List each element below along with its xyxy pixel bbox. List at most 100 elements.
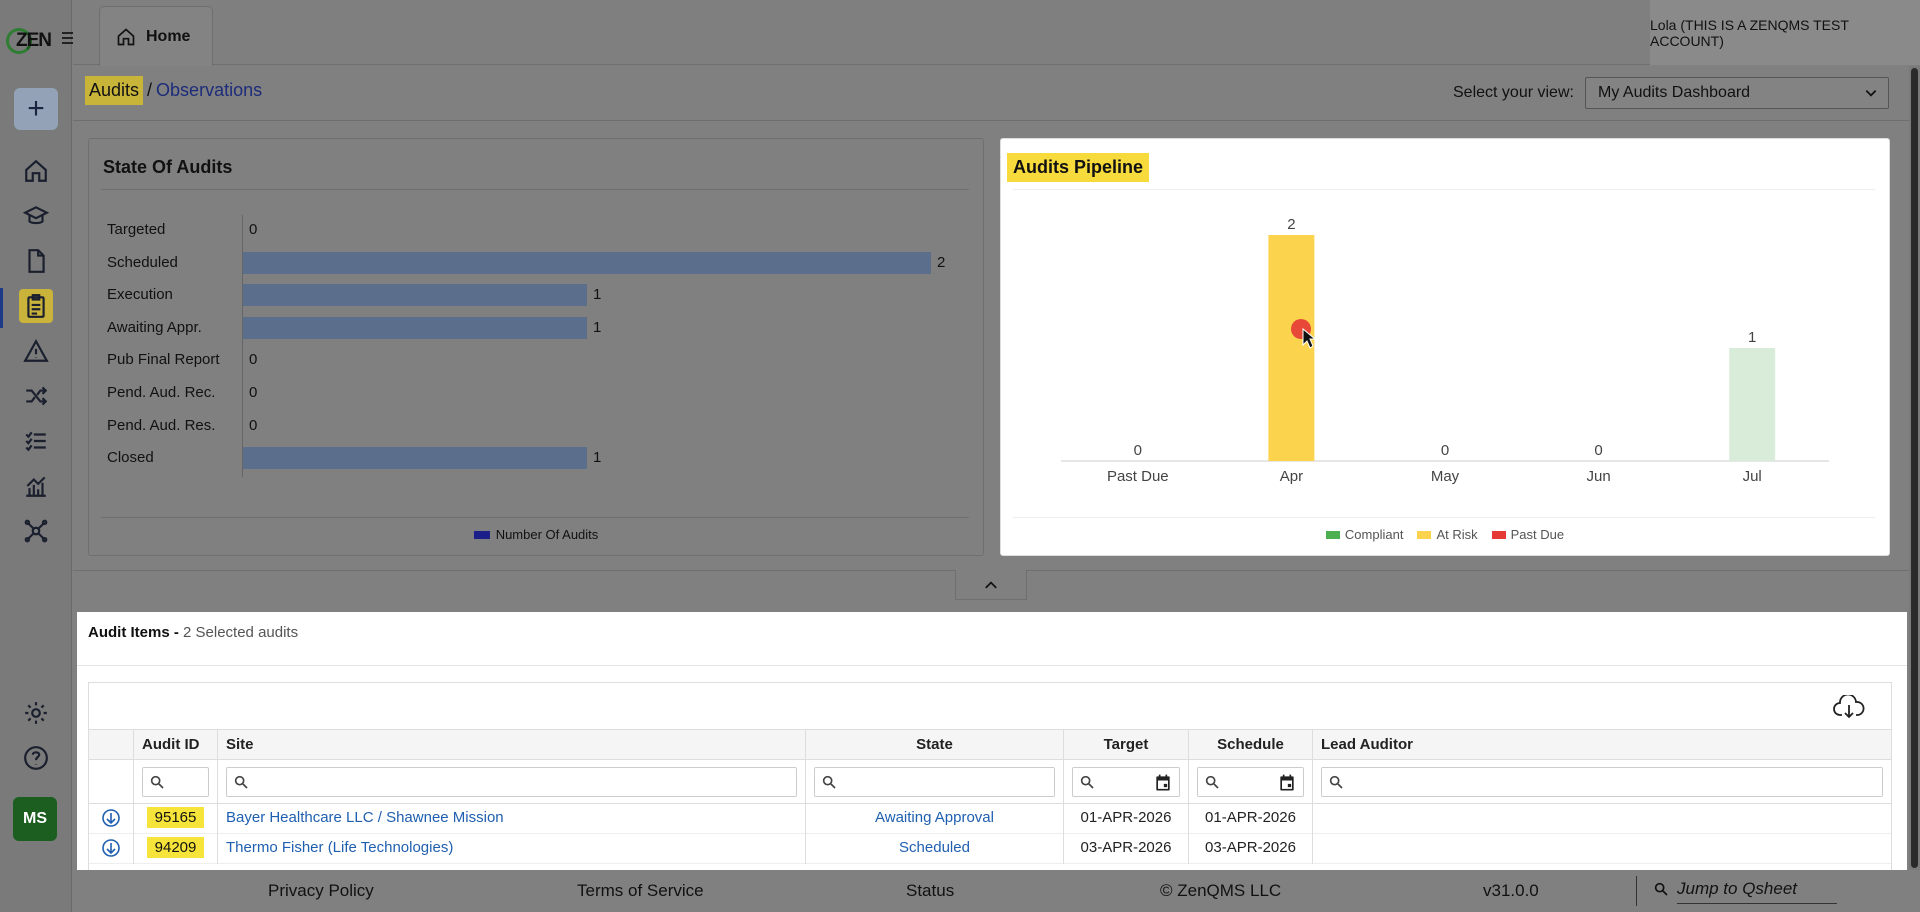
pipeline-bar[interactable] [1268, 235, 1315, 461]
audit-items-header: Audit Items - 2 Selected audits [88, 624, 298, 641]
top-bar: Home Lola (THIS IS A ZENQMS TEST ACCOUNT… [73, 0, 1920, 66]
nav-tasks-icon[interactable] [19, 424, 53, 458]
pipeline-bar-chart: 0 Past Due 2 Apr 0 May 0 Jun 1 Jul [1061, 216, 1829, 485]
legend-swatch [473, 530, 490, 539]
state-bar[interactable] [243, 447, 587, 470]
calendar-icon[interactable] [1277, 773, 1297, 793]
state-bar-row: Execution 1 [89, 282, 969, 307]
legend-item[interactable]: At Risk [1417, 527, 1478, 542]
site-filter-input[interactable] [226, 767, 797, 797]
state-bar-label: Pend. Aud. Res. [107, 416, 216, 434]
breadcrumb-observations-link[interactable]: Observations [156, 80, 262, 101]
row-download-icon[interactable] [89, 804, 134, 834]
audit-id-filter-input[interactable] [142, 767, 209, 797]
legend-label: Compliant [1344, 527, 1404, 542]
legend-swatch [1417, 530, 1432, 539]
search-icon [150, 775, 164, 789]
filter-cell-empty [89, 760, 134, 804]
pipeline-bar-value: 0 [1594, 442, 1602, 459]
user-avatar[interactable]: MS [13, 797, 57, 841]
collapse-panels-button[interactable] [955, 570, 1027, 600]
divider [77, 665, 1907, 666]
audit-items-title: Audit Items - [88, 624, 184, 641]
col-head-schedule[interactable]: Schedule [1189, 730, 1313, 760]
pipeline-tick-label: Past Due [1107, 468, 1169, 485]
state-bar-value: 1 [593, 318, 602, 336]
cloud-download-icon[interactable] [1833, 695, 1865, 719]
state-bar-label: Pub Final Report [107, 351, 220, 369]
target-cell: 03-APR-2026 [1064, 834, 1189, 864]
filter-cell [806, 760, 1064, 804]
version-text: v31.0.0 [1483, 881, 1539, 900]
audit-id[interactable]: 95165 [146, 807, 205, 828]
divider [101, 189, 969, 190]
site-link[interactable]: Thermo Fisher (Life Technologies) [226, 839, 453, 856]
pipeline-bar[interactable] [1729, 348, 1776, 461]
legend-item[interactable]: Past Due [1491, 527, 1564, 542]
col-head-target[interactable]: Target [1064, 730, 1189, 760]
nav-documents-icon[interactable] [19, 244, 53, 278]
calendar-icon[interactable] [1153, 773, 1173, 793]
pipeline-tick-label: May [1431, 468, 1460, 485]
settings-gear-icon[interactable] [19, 696, 53, 730]
scrollbar-thumb[interactable] [1911, 68, 1918, 868]
nav-training-icon[interactable] [19, 199, 53, 233]
audits-pipeline-panel: Audits Pipeline 0 Past Due 2 Apr 0 May 0 Jun 1 Ju… [1000, 138, 1890, 556]
nav-network-icon[interactable] [19, 514, 53, 548]
state-bar[interactable] [243, 316, 587, 339]
col-head-lead-auditor[interactable]: Lead Auditor [1313, 730, 1891, 760]
state-bar-value: 0 [249, 351, 258, 369]
logo-text: ZEN [16, 30, 52, 51]
page-scrollbar[interactable] [1909, 66, 1920, 870]
site-link[interactable]: Bayer Healthcare LLC / Shawnee Mission [226, 809, 504, 826]
user-account-label[interactable]: Lola (THIS IS A ZENQMS TEST ACCOUNT) [1650, 0, 1920, 65]
jump-to-qsheet-input[interactable]: Jump to Qsheet [1653, 879, 1837, 904]
audit-id-cell[interactable]: 95165 [134, 804, 218, 834]
legend-item[interactable]: Compliant [1325, 527, 1404, 542]
help-icon[interactable] [19, 741, 53, 775]
state-bar-value: 2 [937, 253, 946, 271]
nav-change-icon[interactable] [19, 379, 53, 413]
row-download-icon[interactable] [89, 834, 134, 864]
target-filter-input[interactable] [1072, 767, 1180, 797]
status-link[interactable]: Status [906, 881, 954, 901]
schedule-filter-input[interactable] [1197, 767, 1304, 797]
zen-logo[interactable]: ZEN [6, 26, 52, 56]
state-bar-value: 1 [593, 449, 602, 467]
col-head-actions [89, 730, 134, 760]
state-bar-label: Targeted [107, 221, 166, 238]
nav-audits-icon[interactable] [19, 289, 53, 323]
legend-label: Number Of Audits [495, 527, 599, 542]
audit-items-count: 2 Selected audits [183, 624, 299, 641]
privacy-policy-link[interactable]: Privacy Policy [268, 881, 374, 901]
state-bar-label: Scheduled [107, 253, 178, 271]
state-bar-row: Pub Final Report 0 [89, 347, 969, 371]
audit-id[interactable]: 94209 [146, 837, 205, 858]
audit-items-section: Audit Items - 2 Selected audits Audit ID… [77, 612, 1907, 872]
tab-home[interactable]: Home [99, 6, 213, 66]
nav-home-icon[interactable] [19, 154, 53, 188]
lead-auditor-filter-input[interactable] [1321, 767, 1883, 797]
state-filter-input[interactable] [814, 767, 1055, 797]
breadcrumb-separator: / [147, 80, 153, 100]
state-bar-label: Closed [107, 449, 154, 467]
col-head-site[interactable]: Site [218, 730, 806, 760]
sidebar: ZEN + MS [0, 0, 76, 912]
add-new-button[interactable]: + [14, 88, 58, 130]
nav-risk-icon[interactable] [19, 334, 53, 368]
state-bar-row: Pend. Aud. Rec. 0 [89, 380, 969, 404]
audit-id-cell[interactable]: 94209 [134, 834, 218, 864]
filter-cell [134, 760, 218, 804]
state-link[interactable]: Scheduled [899, 839, 970, 856]
state-bar-row: Scheduled 2 [89, 250, 969, 274]
col-head-audit-id[interactable]: Audit ID [134, 730, 218, 760]
terms-of-service-link[interactable]: Terms of Service [577, 881, 704, 901]
col-head-state[interactable]: State [806, 730, 1064, 760]
nav-reports-icon[interactable] [19, 469, 53, 503]
nav-active-indicator [0, 288, 3, 328]
search-icon [1205, 775, 1219, 789]
state-bar[interactable] [243, 251, 931, 274]
state-bar[interactable] [243, 284, 587, 307]
state-link[interactable]: Awaiting Approval [875, 809, 994, 826]
view-select[interactable]: My Audits Dashboard [1585, 77, 1889, 109]
